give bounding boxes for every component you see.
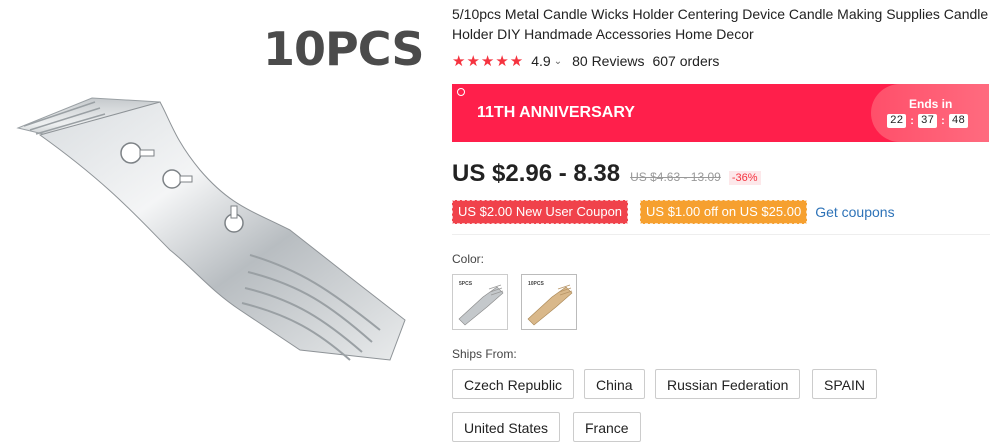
product-image[interactable]: 10PCS [0, 0, 440, 448]
ship-option-france[interactable]: France [573, 412, 641, 442]
ship-option-russian-federation[interactable]: Russian Federation [655, 369, 801, 399]
new-user-coupon[interactable]: US $2.00 New User Coupon [452, 200, 629, 224]
pcs-label: 10PCS [263, 22, 424, 76]
ship-option-china[interactable]: China [584, 369, 645, 399]
timer-seconds: 48 [948, 114, 968, 128]
timer-hours: 22 [887, 114, 907, 128]
divider [452, 234, 990, 235]
countdown-timer: 22 : 37 : 48 [887, 114, 968, 128]
countdown-panel: Ends in 22 : 37 : 48 [871, 84, 989, 142]
ships-from-label: Ships From: [452, 347, 517, 361]
banner-title: 11TH ANNIVERSARY [477, 104, 635, 121]
chevron-down-icon[interactable]: ⌄ [554, 56, 562, 67]
discount-badge: -36% [728, 171, 761, 185]
ends-in-label: Ends in [909, 97, 953, 111]
swatch-label: 10PCS [528, 281, 544, 287]
price-row: US $2.96 - 8.38 US $4.63 - 13.09 -36% [452, 160, 761, 188]
store-coupon[interactable]: US $1.00 off on US $25.00 [640, 200, 808, 224]
color-label: Color: [452, 252, 485, 266]
coupon-row: US $2.00 New User Coupon US $1.00 off on… [452, 200, 895, 224]
original-price: US $4.63 - 13.09 [630, 170, 721, 184]
rating-value[interactable]: 4.9 [531, 53, 550, 69]
current-price: US $2.96 - 8.38 [452, 160, 621, 187]
ship-option-spain[interactable]: SPAIN [812, 369, 877, 399]
star-rating-icon: ★★★★★ [452, 53, 525, 70]
rating-row: ★★★★★ 4.9 ⌄ 80 Reviews 607 orders [452, 52, 992, 70]
ship-option-czech-republic[interactable]: Czech Republic [452, 369, 575, 399]
swatch-label: 5PCS [459, 281, 473, 287]
circle-icon [457, 88, 465, 96]
timer-minutes: 37 [917, 114, 938, 128]
ship-option-united-states[interactable]: United States [452, 412, 561, 442]
reviews-link[interactable]: 80 Reviews [572, 53, 644, 69]
get-coupons-link[interactable]: Get coupons [815, 204, 894, 220]
color-option-10pcs[interactable]: 10PCS [521, 274, 577, 330]
wick-holder-image [16, 97, 406, 361]
anniversary-banner: 11TH ANNIVERSARY Ends in 22 : 37 : 48 [452, 84, 989, 142]
product-info: 5/10pcs Metal Candle Wicks Holder Center… [452, 0, 992, 442]
orders-count: 607 orders [652, 53, 720, 69]
product-title: 5/10pcs Metal Candle Wicks Holder Center… [452, 6, 989, 42]
color-option-5pcs[interactable]: 5PCS [452, 274, 508, 330]
